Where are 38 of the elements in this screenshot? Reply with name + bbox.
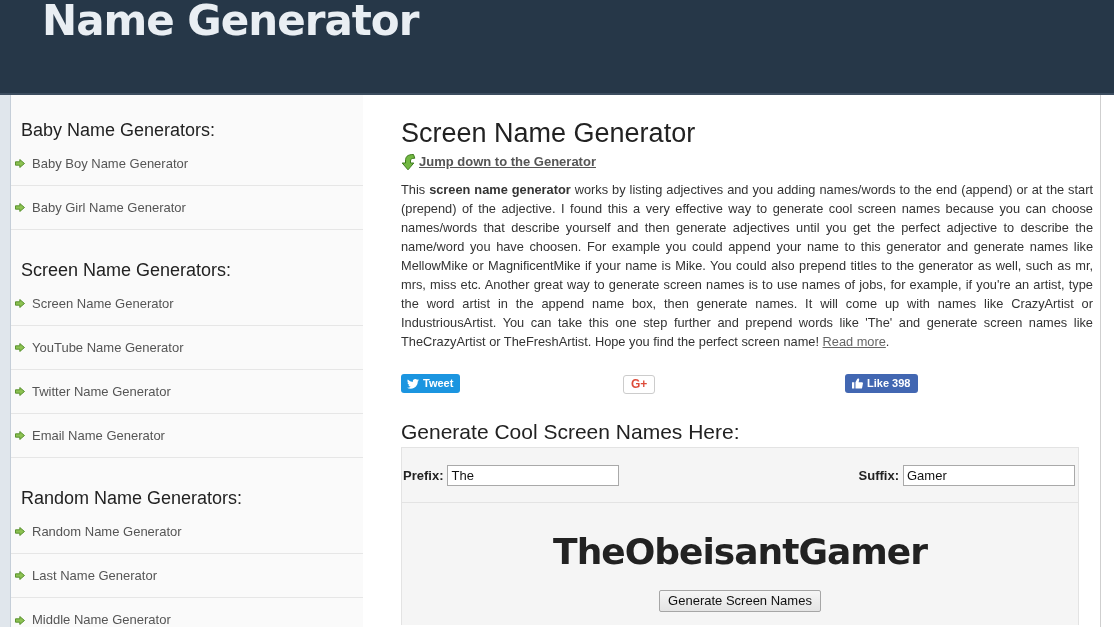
sidebar-link[interactable]: Baby Girl Name Generator (15, 199, 186, 216)
arrow-icon (15, 159, 25, 168)
section-heading: Baby Name Generators: (21, 119, 216, 142)
prefix-field[interactable]: The (447, 465, 620, 486)
arrow-icon (15, 431, 25, 440)
down-arrow-icon (401, 153, 416, 171)
sidebar-link[interactable]: Baby Boy Name Generator (15, 155, 189, 172)
intro-paragraph: This screen name generator works by listing adjectives and you adding names/words to the end (append) or at the start (prepend) of the adjective. I found this a very effective way to generate cool screen names because you can choose names/words that describe yourself and then generate adjectives until you get the perfect adjective to describe the name/word you have choosen. For example you could append your name to this generator and generate names like MellowMike or MagnificentMike if your name is Mike. You could also prepend titles to the generator as well, such as mr, mrs, miss etc. Another great way to generate screen names is to use names of jobs, for example, if you're an artist, type the word artist in the append name box, then generate names. It will come up with names like CrazyArtist or IndustriousArtist. You can take this one step further and prepend words like 'The' and generate screen names like TheCrazyArtist or TheFreshArtist. Hope you find the perfect screen name! Read more. (401, 181, 1093, 351)
sidebar-link[interactable]: Screen Name Generator (15, 295, 174, 312)
sidebar-link[interactable]: Middle Name Generator (15, 612, 171, 627)
suffix-label: Suffix: (858, 466, 899, 485)
section-heading: Random Name Generators: (21, 487, 243, 510)
arrow-icon (15, 615, 25, 625)
jump-link[interactable]: Jump down to the Generator (401, 153, 596, 171)
page-title: Screen Name Generator (401, 117, 696, 149)
arrow-icon (15, 203, 25, 212)
sidebar-link[interactable]: Email Name Generator (15, 427, 165, 444)
thumbs-up-icon (852, 378, 863, 389)
prefix-label: Prefix: (403, 466, 444, 485)
generated-name: TheObeisantGamer (553, 530, 927, 574)
sidebar-link[interactable]: Last Name Generator (15, 567, 157, 584)
share-button[interactable]: G+ (623, 375, 656, 394)
generate-button[interactable]: Generate Screen Names (659, 590, 821, 612)
like-button[interactable]: Like 398 (845, 374, 919, 393)
sidebar-link[interactable]: Twitter Name Generator (15, 383, 171, 400)
arrow-icon (15, 343, 25, 352)
arrow-icon (15, 571, 25, 580)
sidebar-link[interactable]: YouTube Name Generator (15, 339, 184, 356)
bird-icon (407, 378, 419, 389)
arrow-icon (15, 299, 25, 308)
read-more-link[interactable]: Read more (822, 334, 886, 349)
sidebar-link[interactable]: Random Name Generator (15, 523, 182, 540)
section-heading: Screen Name Generators: (21, 259, 232, 282)
suffix-field[interactable]: Gamer (903, 465, 1075, 486)
section-heading: Generate Cool Screen Names Here: (401, 419, 740, 445)
arrow-icon (15, 527, 25, 536)
arrow-icon (15, 387, 25, 396)
site-title: Name Generator (42, 0, 419, 42)
